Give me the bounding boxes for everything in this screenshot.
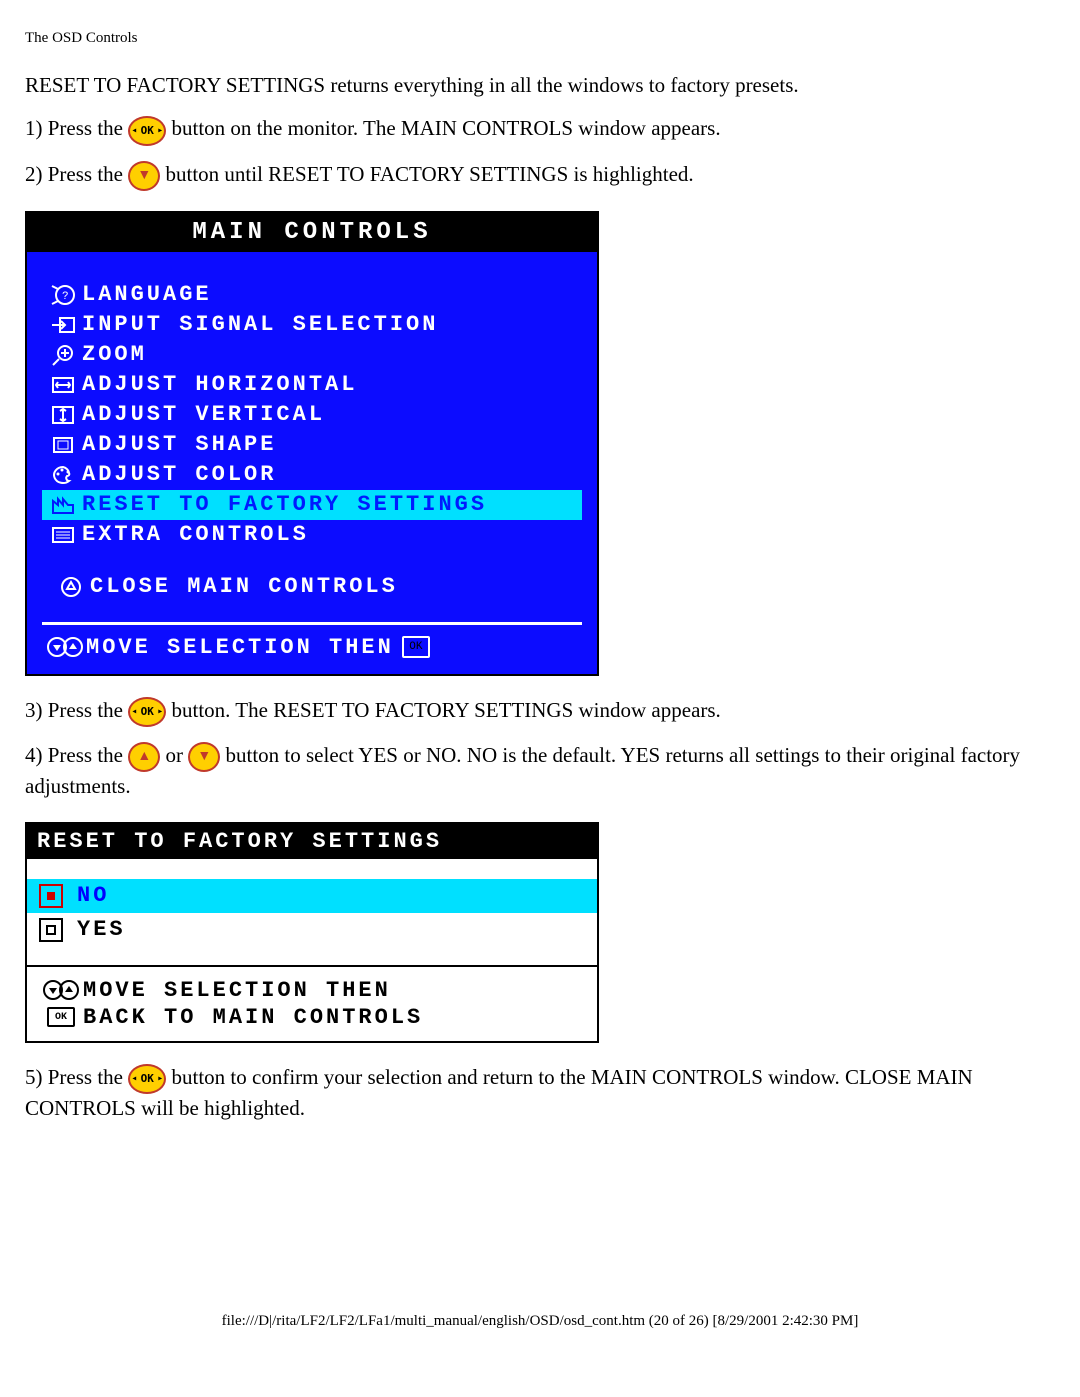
extra-icon: [44, 523, 82, 547]
step5-text-a: 5) Press the: [25, 1065, 128, 1089]
step-4: 4) Press the ▲ or ▼ button to select YES…: [25, 741, 1055, 802]
osd-footer: MOVE SELECTION THEN OK: [42, 622, 582, 668]
reset-back-text: BACK TO MAIN CONTROLS: [83, 1005, 423, 1030]
osd-item-input: INPUT SIGNAL SELECTION: [42, 310, 582, 340]
ok-glyph-icon: OK: [402, 636, 430, 658]
osd-item-zoom: ZOOM: [42, 340, 582, 370]
step5-text-b: button to confirm your selection and ret…: [25, 1065, 973, 1120]
osd-reset-window: RESET TO FACTORY SETTINGS NO YES MOVE SE…: [25, 822, 599, 1043]
reset-option-yes: YES: [27, 913, 597, 947]
step1-text-b: button on the monitor. The MAIN CONTROLS…: [172, 116, 721, 140]
reset-yes-label: YES: [77, 917, 126, 942]
reset-move-text: MOVE SELECTION THEN: [83, 978, 391, 1003]
reset-footer: MOVE SELECTION THEN OK BACK TO MAIN CONT…: [27, 965, 597, 1041]
osd-item-label: INPUT SIGNAL SELECTION: [82, 312, 438, 337]
osd-item-label: LANGUAGE: [82, 282, 212, 307]
step2-text-a: 2) Press the: [25, 162, 128, 186]
osd-footer-text: MOVE SELECTION THEN: [86, 635, 394, 660]
osd-close-label: CLOSE MAIN CONTROLS: [90, 574, 398, 599]
color-icon: [44, 463, 82, 487]
zoom-icon: [44, 343, 82, 367]
reset-option-no: NO: [27, 879, 597, 913]
up-button-icon: ▲: [128, 742, 160, 772]
osd-item-horizontal: ADJUST HORIZONTAL: [42, 370, 582, 400]
osd-item-label: EXTRA CONTROLS: [82, 522, 309, 547]
page-header: The OSD Controls: [25, 30, 1055, 47]
file-path-footer: file:///D|/rita/LF2/LF2/LFa1/multi_manua…: [25, 1313, 1055, 1330]
osd-main-controls-window: MAIN CONTROLS ? LANGUAGE INPUT SIGNAL SE…: [25, 211, 599, 676]
osd-item-label: ZOOM: [82, 342, 147, 367]
osd-item-label: RESET TO FACTORY SETTINGS: [82, 492, 487, 517]
svg-text:?: ?: [62, 291, 69, 303]
language-icon: ?: [44, 283, 82, 307]
ok-button-icon: OK: [128, 1064, 166, 1094]
osd-title: MAIN CONTROLS: [27, 213, 597, 252]
ok-glyph-icon: OK: [39, 1007, 83, 1027]
ok-button-icon: OK: [128, 116, 166, 146]
step1-text-a: 1) Press the: [25, 116, 128, 140]
osd-item-reset: RESET TO FACTORY SETTINGS: [42, 490, 582, 520]
ok-button-icon: OK: [128, 697, 166, 727]
step3-text-b: button. The RESET TO FACTORY SETTINGS wi…: [172, 698, 721, 722]
osd-item-extra: EXTRA CONTROLS: [42, 520, 582, 550]
step-2: 2) Press the ▼ button until RESET TO FAC…: [25, 160, 1055, 191]
osd-item-label: ADJUST SHAPE: [82, 432, 276, 457]
close-icon: [52, 575, 90, 599]
step4-or: or: [166, 743, 189, 767]
step2-text-b: button until RESET TO FACTORY SETTINGS i…: [166, 162, 694, 186]
osd-item-label: ADJUST HORIZONTAL: [82, 372, 357, 397]
step-1: 1) Press the OK button on the monitor. T…: [25, 114, 1055, 145]
osd-item-vertical: ADJUST VERTICAL: [42, 400, 582, 430]
up-down-arrows-icon: [39, 979, 83, 1001]
down-button-icon: ▼: [128, 161, 160, 191]
osd-item-shape: ADJUST SHAPE: [42, 430, 582, 460]
step3-text-a: 3) Press the: [25, 698, 128, 722]
osd-item-label: ADJUST COLOR: [82, 462, 276, 487]
down-button-icon: ▼: [188, 742, 220, 772]
vertical-icon: [44, 403, 82, 427]
radio-unselected-icon: [39, 918, 63, 942]
up-down-arrows-icon: [44, 636, 86, 658]
reset-title: RESET TO FACTORY SETTINGS: [27, 824, 597, 859]
shape-icon: [44, 433, 82, 457]
reset-no-label: NO: [77, 883, 109, 908]
osd-item-label: ADJUST VERTICAL: [82, 402, 325, 427]
step4-text-a: 4) Press the: [25, 743, 128, 767]
radio-selected-icon: [39, 884, 63, 908]
step-5: 5) Press the OK button to confirm your s…: [25, 1063, 1055, 1124]
osd-item-color: ADJUST COLOR: [42, 460, 582, 490]
input-icon: [44, 313, 82, 337]
horizontal-icon: [44, 373, 82, 397]
step-3: 3) Press the OK button. The RESET TO FAC…: [25, 696, 1055, 727]
osd-item-language: ? LANGUAGE: [42, 280, 582, 310]
osd-close-row: CLOSE MAIN CONTROLS: [42, 572, 582, 602]
intro-text: RESET TO FACTORY SETTINGS returns everyt…: [25, 71, 1055, 100]
factory-icon: [44, 493, 82, 517]
